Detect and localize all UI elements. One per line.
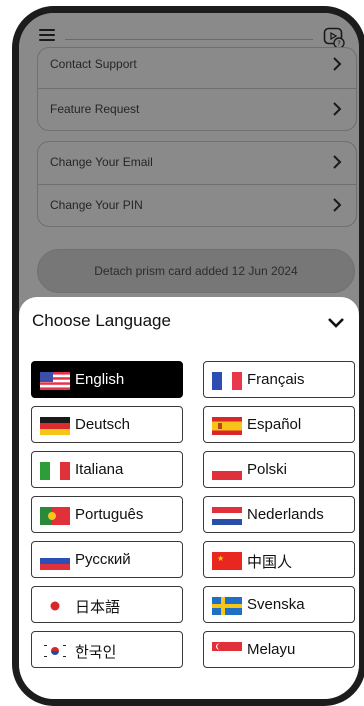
svg-text:★: ★ [217, 554, 224, 563]
lang-label: Nederlands [247, 506, 324, 523]
lang-label: Português [75, 506, 144, 523]
feature-request-row[interactable]: Feature Request [38, 88, 356, 130]
lang-label: Italiana [75, 461, 124, 478]
feature-request-label: Feature Request [50, 102, 140, 116]
singapore-flag-icon [212, 642, 242, 660]
lang-label: Svenska [247, 596, 305, 613]
detach-card-button[interactable]: Detach prism card added 12 Jun 2024 [37, 249, 355, 293]
lang-label: Melayu [247, 641, 296, 658]
lang-portuguese-button[interactable]: Português [31, 496, 183, 533]
lang-label: Français [247, 371, 305, 388]
lang-malay-button[interactable]: Melayu [203, 631, 355, 668]
sheet-title: Choose Language [32, 311, 171, 330]
contact-support-label: Contact Support [50, 57, 137, 71]
lang-russian-button[interactable]: Русский [31, 541, 183, 578]
support-group: Contact Support Feature Request [37, 47, 357, 131]
lang-swedish-button[interactable]: Svenska [203, 586, 355, 623]
lang-italian-button[interactable]: Italiana [31, 451, 183, 488]
lang-label: Русский [75, 551, 131, 568]
lang-label: English [75, 371, 125, 388]
lang-spanish-button[interactable]: Español [203, 406, 355, 443]
change-pin-label: Change Your PIN [50, 198, 143, 212]
change-email-row[interactable]: Change Your Email [38, 142, 356, 184]
us-flag-icon [40, 372, 70, 390]
spain-flag-icon [212, 417, 242, 435]
chevron-right-icon [333, 57, 342, 71]
lang-dutch-button[interactable]: Nederlands [203, 496, 355, 533]
change-email-label: Change Your Email [50, 155, 153, 169]
menu-icon[interactable] [39, 29, 55, 41]
chevron-right-icon [333, 198, 342, 212]
lang-label: Español [247, 416, 302, 433]
lang-chinese-button[interactable]: ★ 中国人 [203, 541, 355, 578]
chevron-right-icon [333, 155, 342, 169]
netherlands-flag-icon [212, 507, 242, 525]
france-flag-icon [212, 372, 242, 390]
lang-label: 한국인 [75, 644, 117, 661]
lang-french-button[interactable]: Français [203, 361, 355, 398]
china-flag-icon: ★ [212, 552, 242, 570]
divider [65, 39, 313, 40]
lang-korean-button[interactable]: 한국인 [31, 631, 183, 668]
poland-flag-icon [212, 462, 242, 480]
contact-support-row[interactable]: Contact Support [38, 48, 356, 88]
italy-flag-icon [40, 462, 70, 480]
lang-label: 中国人 [247, 554, 293, 571]
help-video-icon[interactable]: ? [323, 27, 345, 49]
lang-english-button[interactable]: English [31, 361, 183, 398]
germany-flag-icon [40, 417, 70, 435]
chevron-right-icon [333, 102, 342, 116]
lang-german-button[interactable]: Deutsch [31, 406, 183, 443]
lang-polish-button[interactable]: Polski [203, 451, 355, 488]
korea-flag-icon [40, 642, 70, 660]
portugal-flag-icon [40, 507, 70, 525]
account-group: Change Your Email Change Your PIN [37, 141, 357, 227]
lang-label: Polski [247, 461, 288, 478]
lang-japanese-button[interactable]: 日本語 [31, 586, 183, 623]
language-sheet: Choose Language English Français Deutsch… [19, 297, 359, 699]
sweden-flag-icon [212, 597, 242, 615]
japan-flag-icon [40, 597, 70, 615]
lang-label: 日本語 [75, 599, 121, 616]
lang-label: Deutsch [75, 416, 131, 433]
chevron-down-icon[interactable] [327, 317, 345, 329]
phone-frame: ? Contact Support Feature Request Change… [12, 6, 364, 706]
russia-flag-icon [40, 552, 70, 570]
change-pin-row[interactable]: Change Your PIN [38, 184, 356, 226]
